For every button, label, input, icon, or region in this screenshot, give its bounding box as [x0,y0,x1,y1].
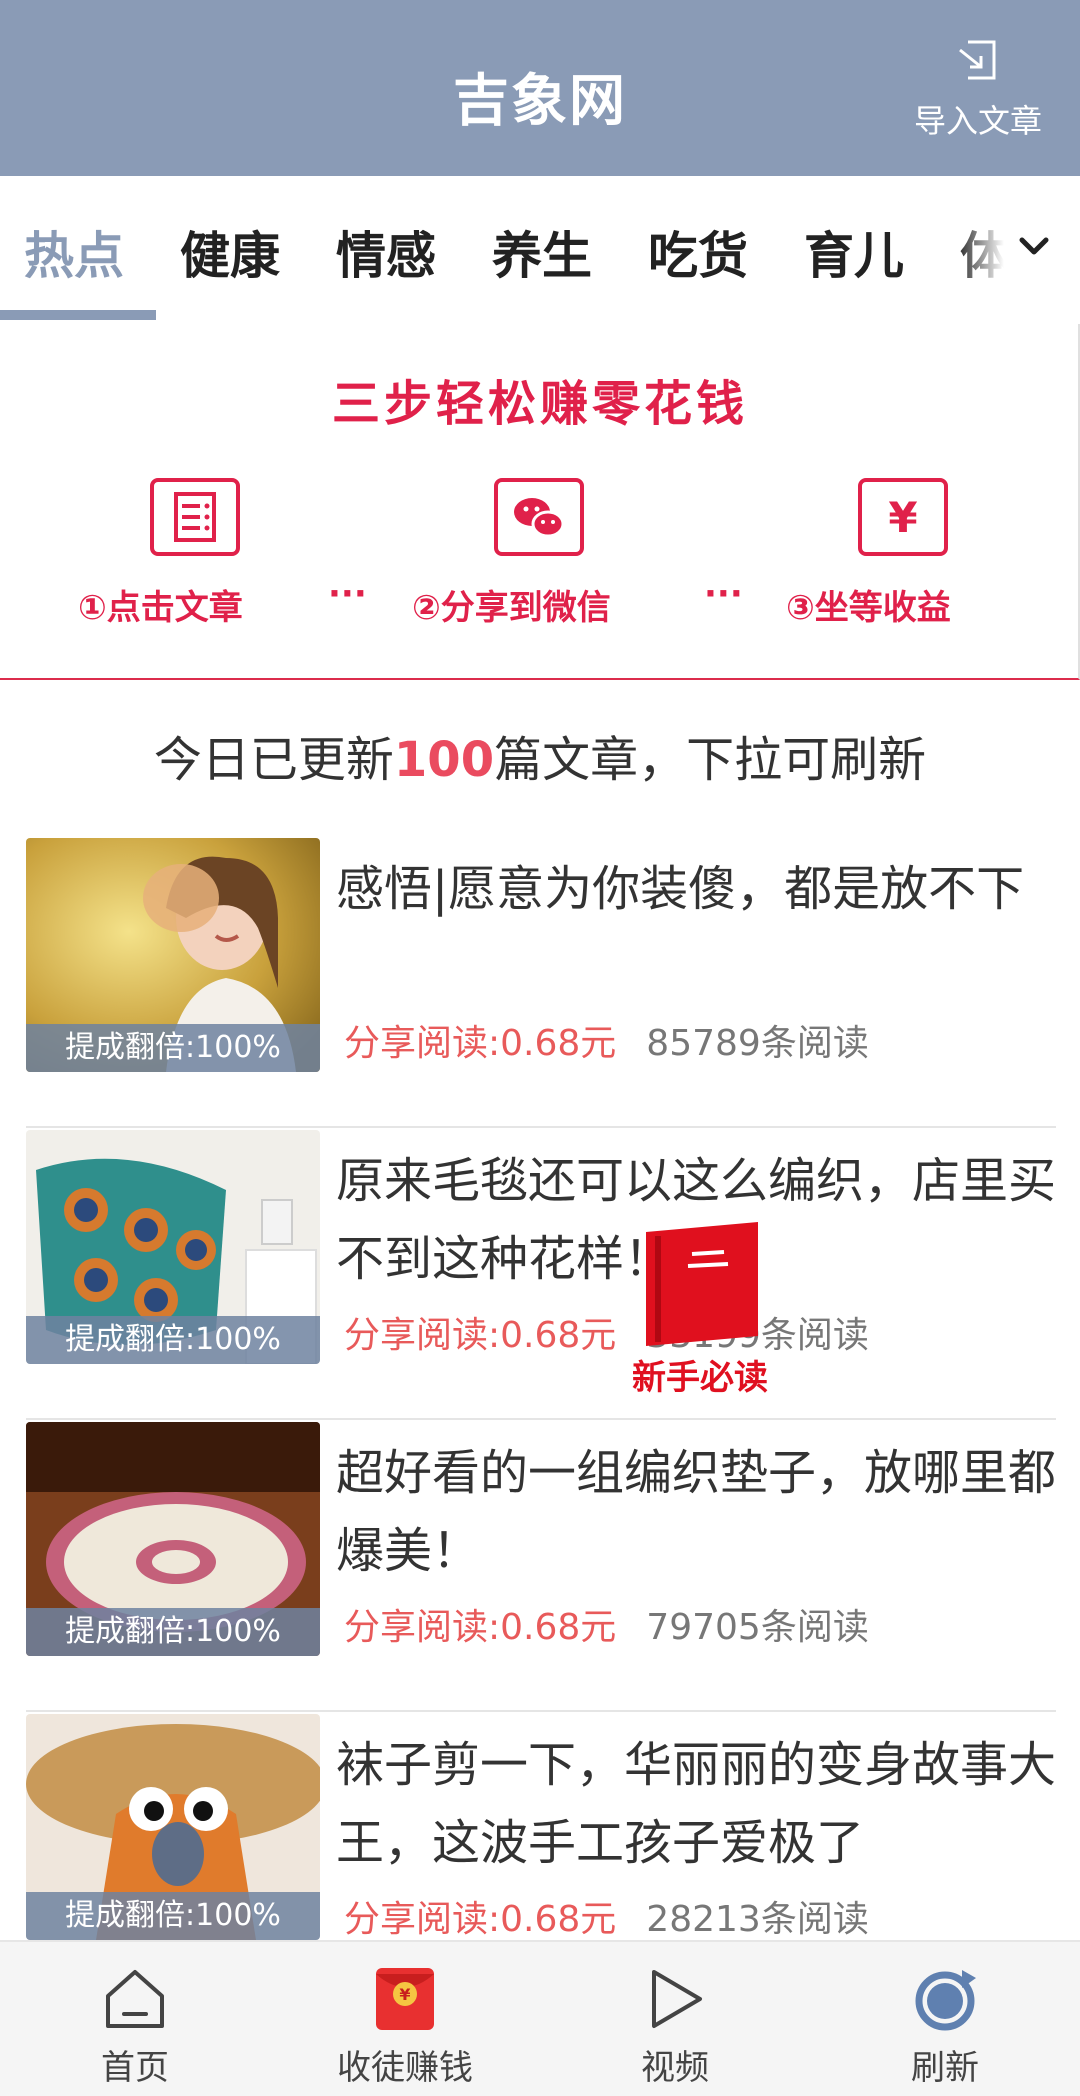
earn-banner[interactable]: 三步轻松赚零花钱 ¥ ①点击文章 ··· ②分享到微信 ··· ③坐等收益 [0,324,1080,680]
step-2-label: ②分享到微信 [412,588,611,628]
article-title: 超好看的一组编织垫子，放哪里都爆美！ [336,1445,1057,1579]
read-count: 79705条阅读 [646,1607,869,1648]
article-item[interactable]: 提成翻倍:100% 感悟|愿意为你装傻，都是放不下 分享阅读:0.68元 8578… [26,838,1056,1128]
nav-refresh[interactable]: 刷新 [810,1942,1080,2096]
share-reward: 分享阅读:0.68元 [344,1023,617,1064]
commission-badge: 提成翻倍:100% [26,1892,320,1940]
tab-hot[interactable]: 热点 [24,216,124,288]
play-icon [652,1970,702,2028]
article-item[interactable]: 提成翻倍:100% 原来毛毯还可以这么编织，店里买不到这种花样！ 分享阅读:0.… [26,1130,1056,1420]
article-item[interactable]: 提成翻倍:100% 超好看的一组编织垫子，放哪里都爆美！ 分享阅读:0.68元 7… [26,1422,1056,1712]
update-prefix: 今日已更新 [153,732,394,788]
nav-recruit[interactable]: ¥ 收徒赚钱 [270,1942,540,2096]
tab-parenting[interactable]: 育儿 [804,216,904,288]
nav-home-label: 首页 [101,2048,169,2088]
commission-badge: 提成翻倍:100% [26,1024,320,1072]
nav-refresh-label: 刷新 [911,2048,979,2088]
article-meta: 分享阅读:0.68元33199条阅读 [344,1306,869,1358]
article-title: 袜子剪一下，华丽丽的变身故事大王，这波手工孩子爱极了 [336,1737,1057,1871]
commission-badge: 提成翻倍:100% [26,1608,320,1656]
import-article-button[interactable]: 导入文章 [898,36,1058,146]
commission-badge: 提成翻倍:100% [26,1316,320,1364]
category-tabs: 热点 健康 情感 养生 吃货 育儿 体 [0,176,1080,324]
article-meta: 分享阅读:0.68元 79705条阅读 [344,1598,869,1650]
bottom-nav: 首页 ¥ 收徒赚钱 视频 刷新 [0,1940,1080,2096]
step-separator: ··· [704,574,743,614]
step-3-label: ③坐等收益 [786,588,951,628]
newbie-guide-label: 新手必读 [632,1358,768,1398]
article-thumbnail: 提成翻倍:100% [26,1422,320,1656]
nav-recruit-label: 收徒赚钱 [337,2048,473,2088]
wechat-icon [494,478,584,556]
active-tab-indicator [0,310,156,320]
import-article-label: 导入文章 [913,102,1042,140]
article-meta: 分享阅读:0.68元 85789条阅读 [344,1014,869,1066]
share-reward: 分享阅读:0.68元 [344,1315,617,1356]
svg-text:¥: ¥ [399,1985,410,2004]
update-suffix: 篇文章，下拉可刷新 [494,732,927,788]
app-header: 吉象网 导入文章 [0,0,1080,176]
share-reward: 分享阅读:0.68元 [344,1899,617,1940]
book-icon [646,1222,758,1346]
chevron-down-icon[interactable] [1014,226,1054,266]
tab-food[interactable]: 吃货 [648,216,748,288]
home-icon [106,1970,164,2028]
article-thumbnail: 提成翻倍:100% [26,1714,320,1940]
share-reward: 分享阅读:0.68元 [344,1607,617,1648]
nav-video[interactable]: 视频 [540,1942,810,2096]
update-count: 100 [393,732,495,788]
import-icon [959,40,996,80]
tab-wellness[interactable]: 养生 [492,216,592,288]
update-notice: 今日已更新100篇文章，下拉可刷新 [0,720,1080,790]
article-meta: 分享阅读:0.68元 28213条阅读 [344,1890,869,1942]
step-separator: ··· [328,574,367,614]
read-count: 28213条阅读 [646,1899,869,1940]
red-envelope-icon: ¥ [376,1968,434,2030]
yuan-icon: ¥ [858,478,948,556]
article-icon [150,478,240,556]
banner-title: 三步轻松赚零花钱 [331,376,748,432]
refresh-icon [915,1970,976,2031]
article-thumbnail: 提成翻倍:100% [26,838,320,1072]
article-title: 感悟|愿意为你装傻，都是放不下 [336,861,1025,917]
nav-video-label: 视频 [641,2048,709,2088]
tab-health[interactable]: 健康 [180,216,280,288]
newbie-guide-button[interactable]: 新手必读 [616,1218,784,1398]
read-count: 85789条阅读 [646,1023,869,1064]
article-thumbnail: 提成翻倍:100% [26,1130,320,1364]
nav-home[interactable]: 首页 [0,1942,270,2096]
step-1-label: ①点击文章 [78,588,243,628]
tab-emotion[interactable]: 情感 [336,216,436,288]
svg-text:¥: ¥ [888,493,917,542]
